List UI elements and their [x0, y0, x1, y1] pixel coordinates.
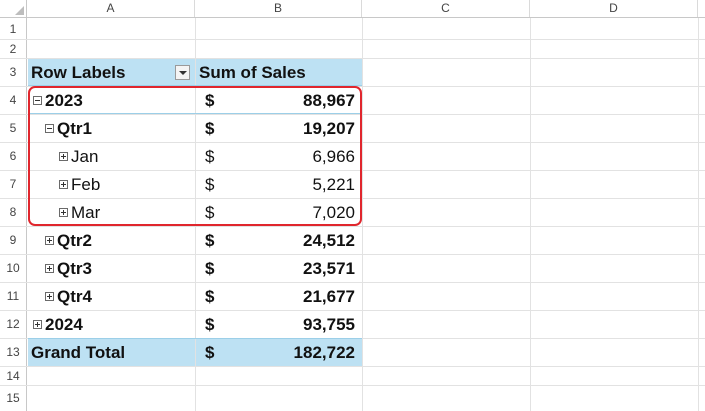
row-separator	[28, 113, 362, 114]
currency-symbol: $	[205, 258, 215, 278]
pivot-row-label-text: 2024	[45, 314, 83, 334]
column-header-b[interactable]: B	[195, 0, 362, 17]
gridline	[0, 254, 27, 255]
column-header-c[interactable]: C	[362, 0, 530, 17]
gridline	[0, 114, 27, 115]
expand-icon[interactable]	[59, 208, 68, 217]
gridline	[27, 366, 705, 367]
gridline	[0, 86, 27, 87]
gridline	[0, 338, 27, 339]
currency-symbol: $	[205, 202, 215, 222]
pivot-row-label-text: Qtr3	[57, 258, 92, 278]
column-header-bar: A B C D	[0, 0, 705, 18]
pivot-row-label-text: Jan	[71, 146, 99, 166]
row-labels-text: Row Labels	[31, 62, 126, 82]
gridline	[0, 310, 27, 311]
gridline	[0, 198, 27, 199]
row-header-11[interactable]: 11	[0, 282, 27, 310]
grand-total-label[interactable]: Grand Total	[28, 339, 195, 366]
gridline	[530, 18, 531, 411]
row-header-1[interactable]: 1	[0, 18, 27, 39]
pivot-value-cell[interactable]: 6,966	[236, 143, 362, 170]
select-all-icon	[15, 6, 24, 15]
pivot-row-label-qtr2[interactable]: Qtr2	[28, 227, 195, 254]
expand-icon[interactable]	[45, 264, 54, 273]
expand-icon[interactable]	[45, 236, 54, 245]
pivot-row-label-2024[interactable]: 2024	[28, 311, 195, 338]
currency-symbol: $	[205, 146, 215, 166]
row-header-9[interactable]: 9	[0, 226, 27, 254]
row-header-4[interactable]: 4	[0, 86, 27, 114]
header-separator	[28, 85, 362, 86]
row-header-15[interactable]: 15	[0, 385, 27, 411]
currency-symbol: $	[205, 286, 215, 306]
collapse-icon[interactable]	[33, 96, 42, 105]
chevron-down-icon	[178, 70, 187, 75]
expand-icon[interactable]	[33, 320, 42, 329]
row-header-2[interactable]: 2	[0, 39, 27, 58]
row-labels-filter-button[interactable]	[175, 65, 190, 80]
pivot-value-cell[interactable]: 23,571	[236, 255, 362, 282]
select-all-corner[interactable]	[0, 0, 27, 17]
pivot-row-label-mar[interactable]: Mar	[28, 199, 195, 226]
gridline	[0, 226, 27, 227]
currency-symbol: $	[205, 314, 215, 334]
currency-symbol: $	[205, 118, 215, 138]
gridline	[27, 385, 705, 386]
row-header-12[interactable]: 12	[0, 310, 27, 338]
pivot-sum-of-sales-header[interactable]: Sum of Sales	[196, 59, 362, 86]
column-header-a[interactable]: A	[27, 0, 195, 17]
pivot-value-cell[interactable]: 88,967	[236, 87, 362, 114]
gridline	[698, 18, 699, 411]
sum-of-sales-text: Sum of Sales	[199, 62, 306, 82]
gridline	[0, 170, 27, 171]
pivot-value-cell[interactable]: 7,020	[236, 199, 362, 226]
pivot-row-label-jan[interactable]: Jan	[28, 143, 195, 170]
currency-symbol: $	[196, 339, 236, 366]
gridline	[362, 18, 363, 411]
pivot-row-label-qtr3[interactable]: Qtr3	[28, 255, 195, 282]
pivot-row-label-text: 2023	[45, 90, 83, 110]
pivot-row-label-text: Qtr4	[57, 286, 92, 306]
currency-symbol: $	[205, 230, 215, 250]
pivot-value-cell[interactable]: 19,207	[236, 115, 362, 142]
row-header-5[interactable]: 5	[0, 114, 27, 142]
row-header-13[interactable]: 13	[0, 338, 27, 366]
pivot-row-labels-header[interactable]: Row Labels	[28, 59, 195, 86]
currency-symbol: $	[205, 90, 215, 110]
row-header-6[interactable]: 6	[0, 142, 27, 170]
expand-icon[interactable]	[45, 292, 54, 301]
row-header-10[interactable]: 10	[0, 254, 27, 282]
gridline	[0, 142, 27, 143]
pivot-row-label-text: Qtr1	[57, 118, 92, 138]
row-header-8[interactable]: 8	[0, 198, 27, 226]
gridline	[27, 39, 705, 40]
pivot-row-label-text: Feb	[71, 174, 101, 194]
gridline	[0, 282, 27, 283]
gridline	[0, 39, 27, 40]
expand-icon[interactable]	[59, 152, 68, 161]
pivot-row-label-text: Qtr2	[57, 230, 92, 250]
expand-icon[interactable]	[59, 180, 68, 189]
grand-total-value[interactable]: 182,722	[236, 339, 362, 366]
pivot-value-cell[interactable]: 21,677	[236, 283, 362, 310]
pivot-row-label-feb[interactable]: Feb	[28, 171, 195, 198]
collapse-icon[interactable]	[45, 124, 54, 133]
pivot-row-label-qtr1[interactable]: Qtr1	[28, 115, 195, 142]
row-header-14[interactable]: 14	[0, 366, 27, 385]
pivot-value-cell[interactable]: 24,512	[236, 227, 362, 254]
column-header-d[interactable]: D	[530, 0, 698, 17]
pivot-row-label-2023[interactable]: 2023	[28, 87, 195, 114]
currency-symbol: $	[205, 174, 215, 194]
pivot-row-label-qtr4[interactable]: Qtr4	[28, 283, 195, 310]
row-header-7[interactable]: 7	[0, 170, 27, 198]
gridline	[0, 366, 27, 367]
gridline	[0, 58, 27, 59]
pivot-value-cell[interactable]: 93,755	[236, 311, 362, 338]
pivot-value-cell[interactable]: 5,221	[236, 171, 362, 198]
gridline	[0, 385, 27, 386]
pivot-row-label-text: Mar	[71, 202, 101, 222]
row-header-3[interactable]: 3	[0, 58, 27, 86]
